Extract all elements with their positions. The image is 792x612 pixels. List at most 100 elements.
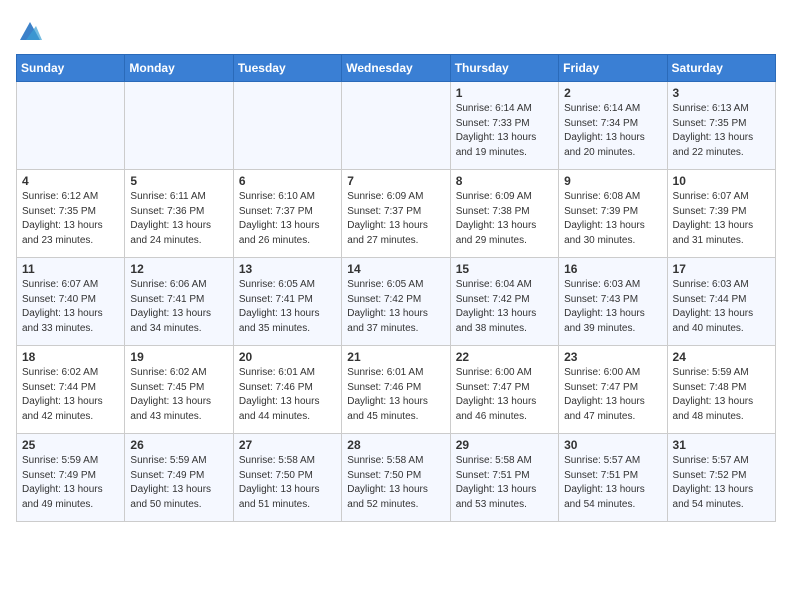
logo [16, 16, 48, 44]
day-number: 31 [673, 438, 770, 452]
day-info: Sunrise: 5:57 AM Sunset: 7:52 PM Dayligh… [673, 454, 770, 512]
day-info: Sunrise: 6:00 AM Sunset: 7:47 PM Dayligh… [456, 366, 553, 424]
calendar-day-cell [233, 82, 341, 170]
day-number: 17 [673, 262, 770, 276]
calendar-day-cell: 16 Sunrise: 6:03 AM Sunset: 7:43 PM Dayli… [559, 258, 667, 346]
calendar-day-cell: 18 Sunrise: 6:02 AM Sunset: 7:44 PM Dayli… [17, 346, 125, 434]
day-info: Sunrise: 6:14 AM Sunset: 7:33 PM Dayligh… [456, 102, 553, 160]
header-row: SundayMondayTuesdayWednesdayThursdayFrid… [17, 55, 776, 82]
weekday-header: Monday [125, 55, 233, 82]
day-info: Sunrise: 6:10 AM Sunset: 7:37 PM Dayligh… [239, 190, 336, 248]
calendar-day-cell: 12 Sunrise: 6:06 AM Sunset: 7:41 PM Dayli… [125, 258, 233, 346]
day-info: Sunrise: 5:59 AM Sunset: 7:48 PM Dayligh… [673, 366, 770, 424]
calendar-day-cell: 17 Sunrise: 6:03 AM Sunset: 7:44 PM Dayli… [667, 258, 775, 346]
day-number: 24 [673, 350, 770, 364]
day-info: Sunrise: 6:02 AM Sunset: 7:45 PM Dayligh… [130, 366, 227, 424]
calendar-day-cell: 14 Sunrise: 6:05 AM Sunset: 7:42 PM Dayli… [342, 258, 450, 346]
weekday-header: Thursday [450, 55, 558, 82]
day-info: Sunrise: 6:01 AM Sunset: 7:46 PM Dayligh… [347, 366, 444, 424]
calendar-day-cell: 25Sunrise: 5:59 AM Sunset: 7:49 PM Dayli… [17, 434, 125, 522]
calendar-day-cell: 28 Sunrise: 5:58 AM Sunset: 7:50 PM Dayli… [342, 434, 450, 522]
calendar-week-row: 18 Sunrise: 6:02 AM Sunset: 7:44 PM Dayli… [17, 346, 776, 434]
day-number: 7 [347, 174, 444, 188]
day-info: Sunrise: 5:57 AM Sunset: 7:51 PM Dayligh… [564, 454, 661, 512]
day-number: 21 [347, 350, 444, 364]
calendar-day-cell: 1 Sunrise: 6:14 AM Sunset: 7:33 PM Daylig… [450, 82, 558, 170]
calendar-day-cell: 8Sunrise: 6:09 AM Sunset: 7:38 PM Daylig… [450, 170, 558, 258]
calendar-day-cell: 26Sunrise: 5:59 AM Sunset: 7:49 PM Dayli… [125, 434, 233, 522]
calendar-day-cell: 19 Sunrise: 6:02 AM Sunset: 7:45 PM Dayli… [125, 346, 233, 434]
day-info: Sunrise: 6:07 AM Sunset: 7:40 PM Dayligh… [22, 278, 119, 336]
day-number: 16 [564, 262, 661, 276]
calendar-week-row: 1 Sunrise: 6:14 AM Sunset: 7:33 PM Daylig… [17, 82, 776, 170]
day-number: 5 [130, 174, 227, 188]
calendar-week-row: 25Sunrise: 5:59 AM Sunset: 7:49 PM Dayli… [17, 434, 776, 522]
day-info: Sunrise: 6:05 AM Sunset: 7:42 PM Dayligh… [347, 278, 444, 336]
calendar-day-cell: 4 Sunrise: 6:12 AM Sunset: 7:35 PM Daylig… [17, 170, 125, 258]
calendar-day-cell: 23 Sunrise: 6:00 AM Sunset: 7:47 PM Dayli… [559, 346, 667, 434]
day-info: Sunrise: 6:13 AM Sunset: 7:35 PM Dayligh… [673, 102, 770, 160]
calendar-day-cell: 13Sunrise: 6:05 AM Sunset: 7:41 PM Dayli… [233, 258, 341, 346]
calendar-day-cell: 2 Sunrise: 6:14 AM Sunset: 7:34 PM Daylig… [559, 82, 667, 170]
day-info: Sunrise: 6:00 AM Sunset: 7:47 PM Dayligh… [564, 366, 661, 424]
day-info: Sunrise: 6:14 AM Sunset: 7:34 PM Dayligh… [564, 102, 661, 160]
calendar-day-cell: 3Sunrise: 6:13 AM Sunset: 7:35 PM Daylig… [667, 82, 775, 170]
day-info: Sunrise: 6:01 AM Sunset: 7:46 PM Dayligh… [239, 366, 336, 424]
calendar-table: SundayMondayTuesdayWednesdayThursdayFrid… [16, 54, 776, 522]
day-info: Sunrise: 6:03 AM Sunset: 7:43 PM Dayligh… [564, 278, 661, 336]
calendar-day-cell: 31 Sunrise: 5:57 AM Sunset: 7:52 PM Dayli… [667, 434, 775, 522]
day-number: 12 [130, 262, 227, 276]
page-header [16, 16, 776, 44]
day-info: Sunrise: 6:08 AM Sunset: 7:39 PM Dayligh… [564, 190, 661, 248]
day-info: Sunrise: 5:59 AM Sunset: 7:49 PM Dayligh… [22, 454, 119, 512]
day-info: Sunrise: 6:09 AM Sunset: 7:37 PM Dayligh… [347, 190, 444, 248]
calendar-day-cell: 29 Sunrise: 5:58 AM Sunset: 7:51 PM Dayli… [450, 434, 558, 522]
weekday-header: Wednesday [342, 55, 450, 82]
day-number: 27 [239, 438, 336, 452]
calendar-day-cell: 30 Sunrise: 5:57 AM Sunset: 7:51 PM Dayli… [559, 434, 667, 522]
day-number: 29 [456, 438, 553, 452]
day-number: 14 [347, 262, 444, 276]
weekday-header: Saturday [667, 55, 775, 82]
day-info: Sunrise: 6:07 AM Sunset: 7:39 PM Dayligh… [673, 190, 770, 248]
day-number: 15 [456, 262, 553, 276]
day-info: Sunrise: 5:59 AM Sunset: 7:49 PM Dayligh… [130, 454, 227, 512]
calendar-header: SundayMondayTuesdayWednesdayThursdayFrid… [17, 55, 776, 82]
calendar-day-cell [17, 82, 125, 170]
calendar-day-cell: 5 Sunrise: 6:11 AM Sunset: 7:36 PM Daylig… [125, 170, 233, 258]
day-number: 20 [239, 350, 336, 364]
day-info: Sunrise: 6:09 AM Sunset: 7:38 PM Dayligh… [456, 190, 553, 248]
calendar-day-cell: 24 Sunrise: 5:59 AM Sunset: 7:48 PM Dayli… [667, 346, 775, 434]
day-number: 4 [22, 174, 119, 188]
logo-icon [16, 16, 44, 44]
day-number: 28 [347, 438, 444, 452]
calendar-day-cell: 15 Sunrise: 6:04 AM Sunset: 7:42 PM Dayli… [450, 258, 558, 346]
day-info: Sunrise: 5:58 AM Sunset: 7:50 PM Dayligh… [347, 454, 444, 512]
calendar-body: 1 Sunrise: 6:14 AM Sunset: 7:33 PM Daylig… [17, 82, 776, 522]
day-number: 13 [239, 262, 336, 276]
day-number: 1 [456, 86, 553, 100]
day-info: Sunrise: 6:02 AM Sunset: 7:44 PM Dayligh… [22, 366, 119, 424]
day-info: Sunrise: 5:58 AM Sunset: 7:51 PM Dayligh… [456, 454, 553, 512]
calendar-day-cell [342, 82, 450, 170]
weekday-header: Tuesday [233, 55, 341, 82]
day-info: Sunrise: 6:06 AM Sunset: 7:41 PM Dayligh… [130, 278, 227, 336]
calendar-day-cell [125, 82, 233, 170]
weekday-header: Friday [559, 55, 667, 82]
day-info: Sunrise: 6:04 AM Sunset: 7:42 PM Dayligh… [456, 278, 553, 336]
day-info: Sunrise: 6:03 AM Sunset: 7:44 PM Dayligh… [673, 278, 770, 336]
day-info: Sunrise: 6:11 AM Sunset: 7:36 PM Dayligh… [130, 190, 227, 248]
day-info: Sunrise: 6:12 AM Sunset: 7:35 PM Dayligh… [22, 190, 119, 248]
day-number: 22 [456, 350, 553, 364]
day-number: 30 [564, 438, 661, 452]
calendar-day-cell: 22 Sunrise: 6:00 AM Sunset: 7:47 PM Dayli… [450, 346, 558, 434]
day-number: 2 [564, 86, 661, 100]
calendar-day-cell: 11 Sunrise: 6:07 AM Sunset: 7:40 PM Dayli… [17, 258, 125, 346]
calendar-day-cell: 20 Sunrise: 6:01 AM Sunset: 7:46 PM Dayli… [233, 346, 341, 434]
day-number: 11 [22, 262, 119, 276]
calendar-day-cell: 9Sunrise: 6:08 AM Sunset: 7:39 PM Daylig… [559, 170, 667, 258]
day-number: 18 [22, 350, 119, 364]
day-number: 23 [564, 350, 661, 364]
day-number: 19 [130, 350, 227, 364]
day-info: Sunrise: 5:58 AM Sunset: 7:50 PM Dayligh… [239, 454, 336, 512]
